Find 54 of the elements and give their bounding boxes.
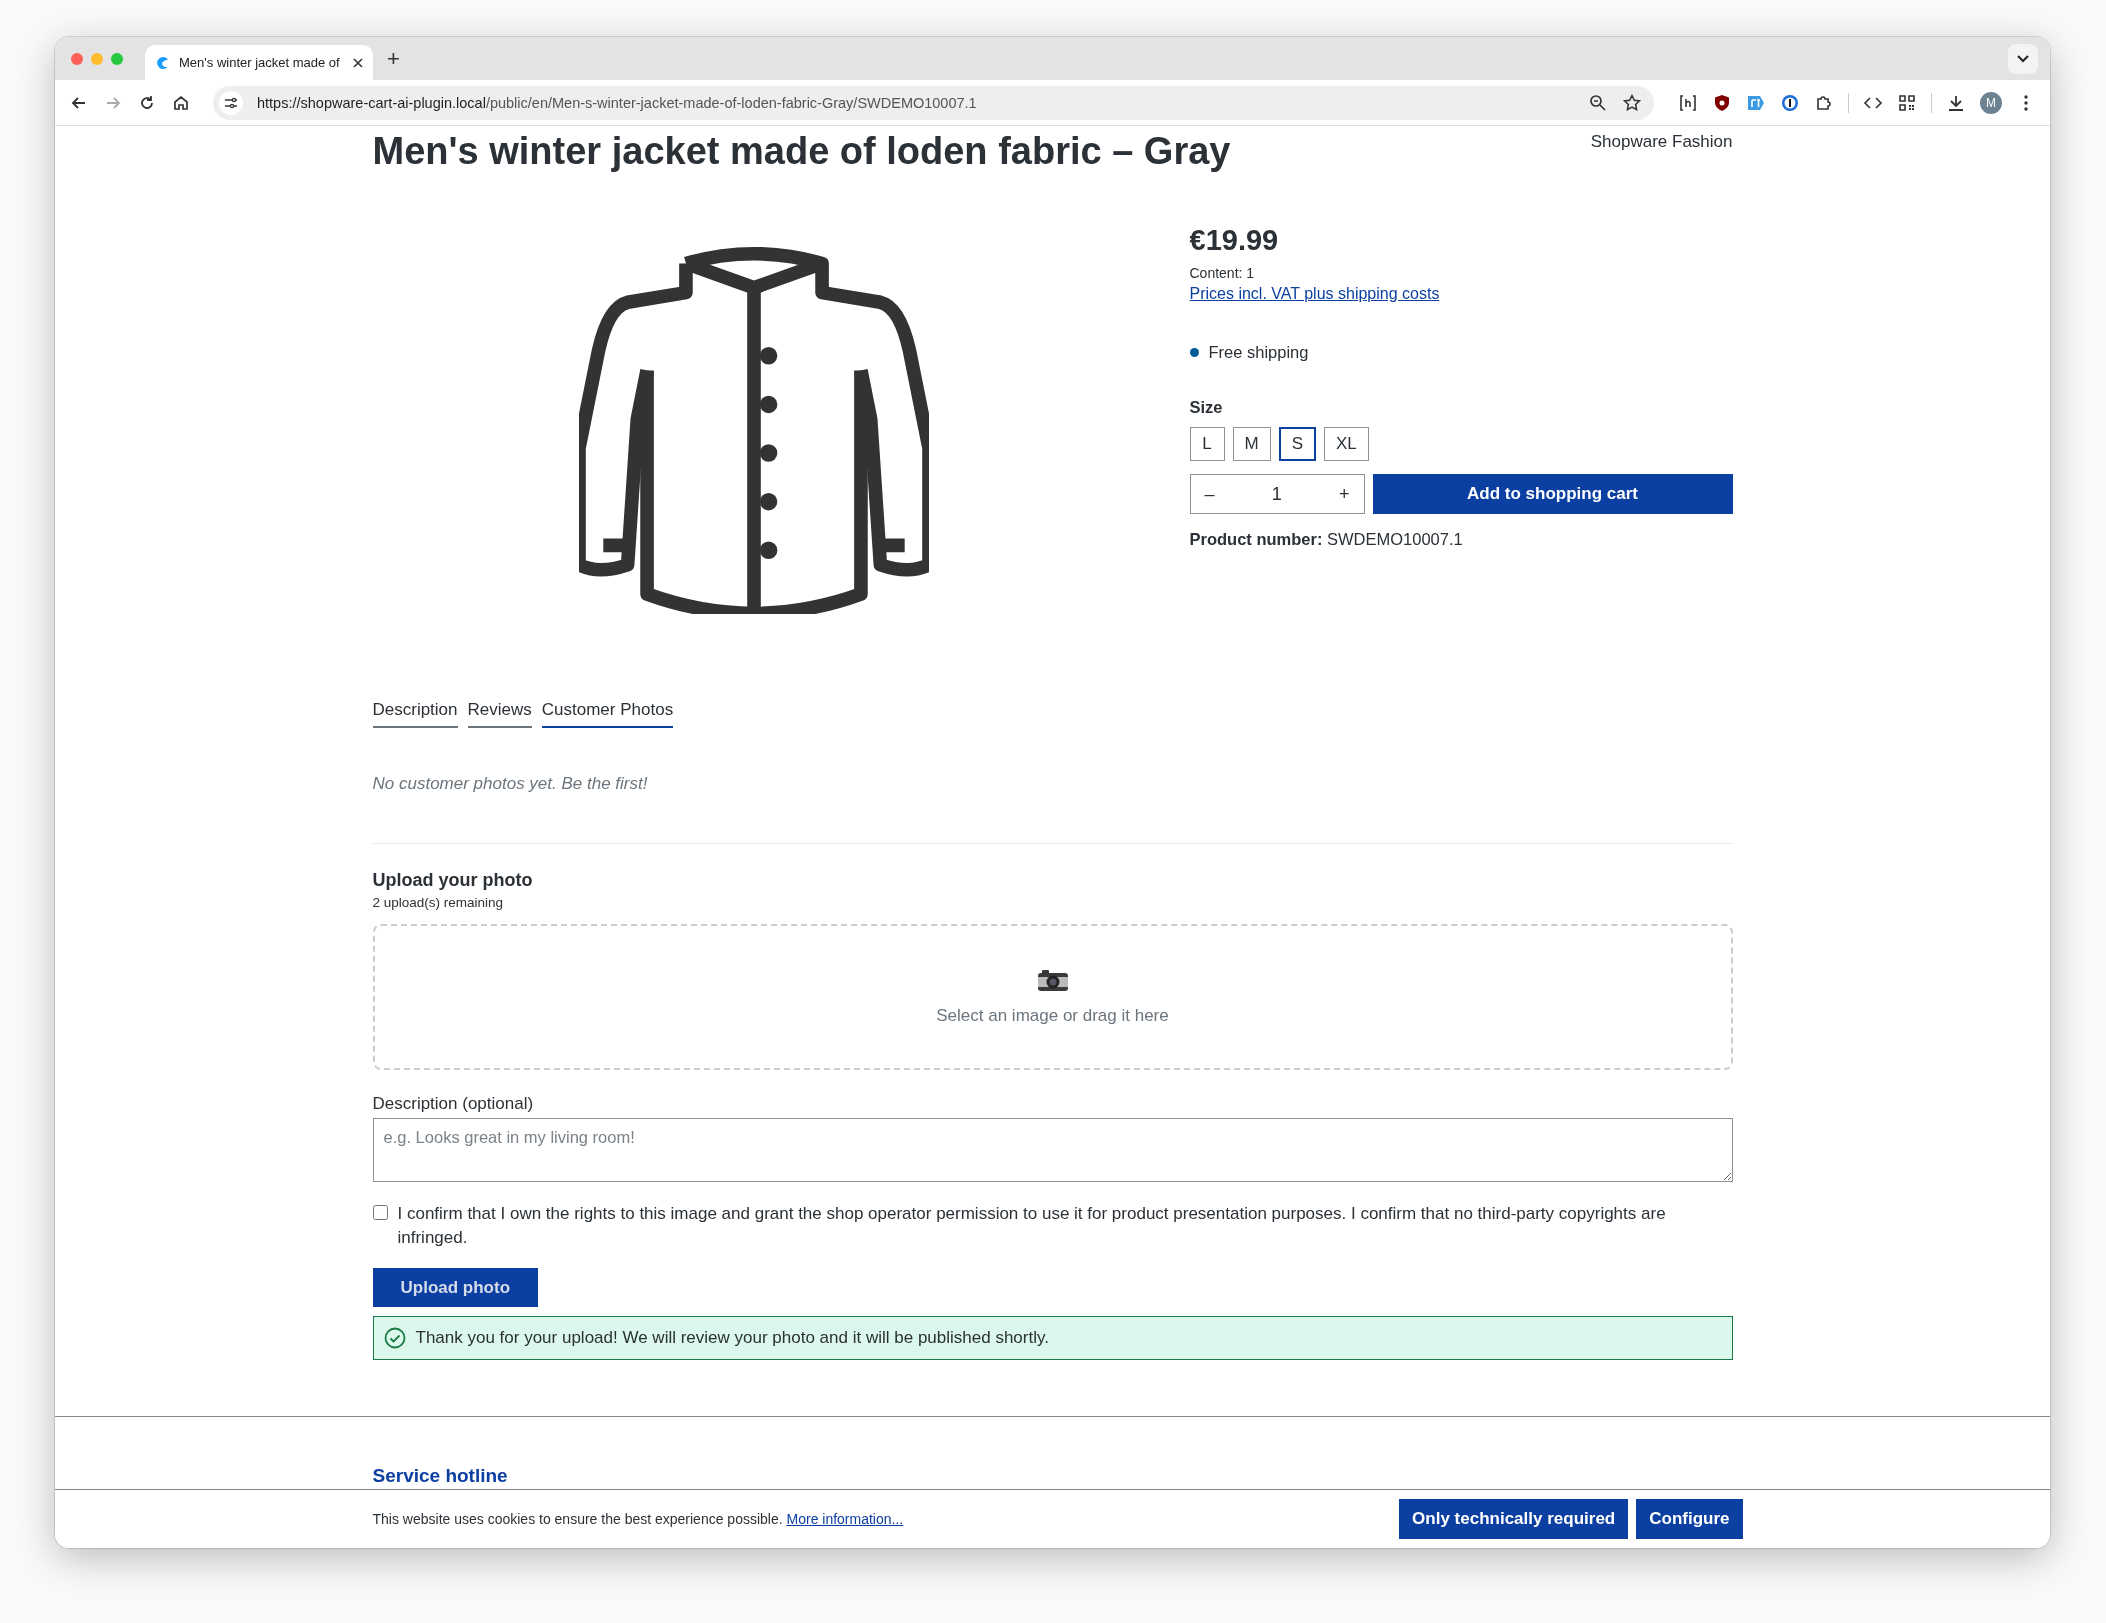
- size-option[interactable]: L: [1189, 427, 1225, 461]
- tab[interactable]: Customer Photos: [541, 700, 674, 728]
- more-information-link[interactable]: More information...: [786, 1511, 904, 1527]
- add-to-cart-button[interactable]: Add to shopping cart: [1372, 474, 1733, 514]
- tab[interactable]: Description: [372, 700, 458, 728]
- size-label: Size: [1189, 398, 1223, 417]
- empty-message: No customer photos yet. Be the first!: [372, 774, 649, 794]
- delivery-text: Free shipping: [1208, 343, 1309, 362]
- zoom-icon[interactable]: [1588, 92, 1608, 113]
- cookie-text: This website uses cookies to ensure the best experience possible. More information...: [372, 1511, 904, 1527]
- upload-heading: Upload your photo: [372, 870, 534, 891]
- tab[interactable]: Reviews: [467, 700, 532, 728]
- tab-title: Men's winter jacket made of: [179, 55, 341, 70]
- consent-text: I confirm that I own the rights to this image and grant the shop operator permission to use it for product presentation purposes. I confirm that no third-party copyrights are infringed.: [397, 1203, 1667, 1249]
- success-text: Thank you for your upload! We will review your photo and it will be published shortly.: [415, 1328, 1049, 1348]
- url-text: https://shopware-cart-ai-plugin.local/public/en/Men-s-winter-jacket-made-of-loden-fabric-Gray/SWDEMO10007.1: [257, 94, 977, 111]
- cookie-button[interactable]: Only technically required: [1399, 1499, 1629, 1539]
- size-option[interactable]: XL: [1324, 427, 1369, 461]
- check-circle-icon: [383, 1327, 406, 1349]
- upload-photo-button[interactable]: Upload photo: [372, 1268, 539, 1307]
- uploads-remaining: 2 upload(s) remaining: [372, 895, 505, 910]
- camera-icon: [1036, 968, 1069, 992]
- qr-code-icon[interactable]: [1897, 92, 1917, 113]
- product-number: Product number: SWDEMO10007.1: [1189, 530, 1463, 549]
- size-option[interactable]: S: [1278, 427, 1316, 461]
- description-label: Description (optional): [372, 1094, 535, 1114]
- quantity-value: 1: [1271, 483, 1282, 505]
- price: €19.99: [1189, 224, 1279, 257]
- logo-icon: [155, 54, 171, 71]
- site-settings-icon[interactable]: [219, 90, 243, 115]
- consent-checkbox[interactable]: [372, 1205, 388, 1220]
- close-icon[interactable]: [353, 57, 363, 68]
- address-bar[interactable]: https://shopware-cart-ai-plugin.local/public/en/Men-s-winter-jacket-made-of-loden-fabric-Gray/SWDEMO10007.1: [213, 85, 1654, 120]
- manufacturer-name: Shopware Fashion: [1590, 132, 1733, 152]
- chevron-down-icon[interactable]: [2008, 43, 2038, 74]
- dropzone-text: Select an image or drag it here: [936, 1006, 1169, 1026]
- product-title: Men's winter jacket made of loden fabric – Gray: [372, 129, 1231, 174]
- quantity-stepper[interactable]: – 1 +: [1189, 474, 1365, 514]
- browser-tab[interactable]: Men's winter jacket made of: [145, 45, 373, 80]
- tax-link[interactable]: Prices incl. VAT plus shipping costs: [1189, 285, 1440, 303]
- password-manager-icon[interactable]: [1780, 92, 1800, 113]
- decrease-button[interactable]: –: [1204, 483, 1215, 505]
- shield-icon[interactable]: [1712, 92, 1732, 113]
- new-tab-button[interactable]: +: [387, 45, 400, 72]
- size-option[interactable]: M: [1232, 427, 1271, 461]
- dropzone[interactable]: Select an image or drag it here: [372, 924, 1733, 1070]
- increase-button[interactable]: +: [1338, 483, 1350, 505]
- content-text: Content: 1: [1189, 265, 1255, 281]
- star-icon[interactable]: [1622, 92, 1642, 113]
- extension-icon[interactable]: [1678, 92, 1698, 113]
- cookie-button[interactable]: Configure: [1636, 1499, 1743, 1539]
- description-field[interactable]: e.g. Looks great in my living room!: [372, 1118, 1733, 1182]
- profile-avatar[interactable]: M: [1980, 91, 2002, 114]
- footer-heading: Service hotline: [372, 1465, 509, 1487]
